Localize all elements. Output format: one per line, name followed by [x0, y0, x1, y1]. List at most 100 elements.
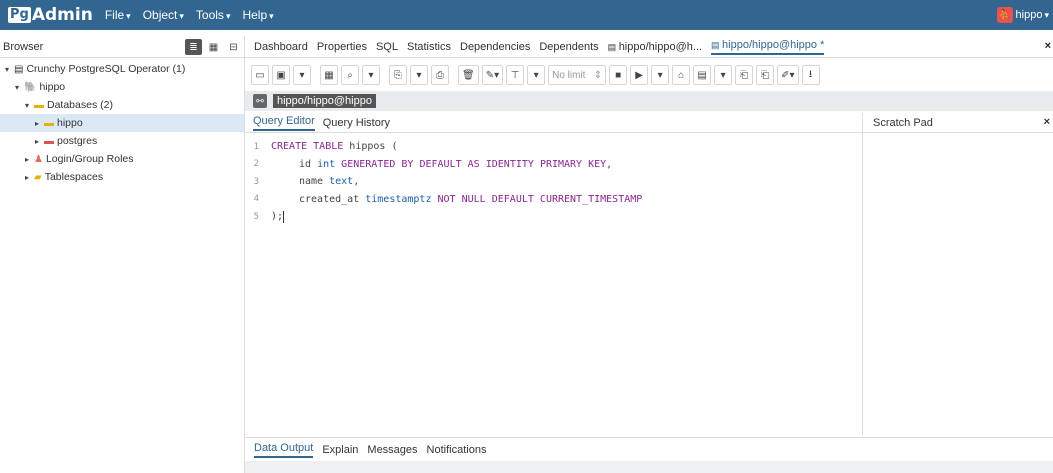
- tab-messages[interactable]: Messages: [367, 444, 417, 456]
- query-tool-icon: ▤: [607, 41, 619, 52]
- connection-icon: ⚯: [253, 94, 267, 108]
- tab-data-output[interactable]: Data Output: [254, 442, 314, 458]
- save-icon[interactable]: ▣: [272, 65, 290, 85]
- tab-query-editor[interactable]: Query Editor: [253, 115, 315, 131]
- results-tabs: Data Output Explain Messages Notificatio…: [245, 437, 1053, 461]
- tab-explain[interactable]: Explain: [322, 444, 358, 456]
- scratch-pad-area[interactable]: [862, 133, 1053, 435]
- chevron-down-icon: ▾: [14, 82, 19, 92]
- close-icon[interactable]: ×: [1045, 40, 1051, 52]
- commit-icon[interactable]: ⎗: [735, 65, 754, 85]
- edit-dropdown-icon[interactable]: ✎▾: [481, 65, 504, 85]
- menu-file[interactable]: File ▾: [105, 8, 131, 22]
- connection-bar[interactable]: ⚯ hippo/hippo@hippo: [245, 91, 1053, 111]
- browser-panel: Browser ≣ ▦ ⊟ ▾ ▤ Crunchy PostgreSQL Opera…: [0, 36, 245, 473]
- chevron-down-icon: ▾: [126, 11, 131, 21]
- filter-rows-icon[interactable]: ⊟: [225, 39, 242, 55]
- code-line: 5);: [253, 210, 285, 223]
- code-line: 2 id int GENERATED BY DEFAULT AS IDENTITY…: [253, 158, 613, 170]
- tree-node-login-roles[interactable]: ▸ ♟ Login/Group Roles: [0, 150, 244, 168]
- results-area: [245, 461, 1053, 473]
- chevron-right-icon: ▸: [34, 118, 39, 128]
- copy-icon[interactable]: ⎘: [389, 65, 407, 85]
- code-line: 4 created_at timestamptz NOT NULL DEFAULT…: [253, 193, 643, 205]
- chevron-down-icon: ▾: [225, 11, 231, 21]
- tab-notifications[interactable]: Notifications: [427, 444, 487, 456]
- view-data-icon[interactable]: ▦: [205, 39, 222, 55]
- scratch-pad-title: Scratch Pad: [873, 116, 933, 129]
- open-file-icon[interactable]: ▭: [251, 65, 269, 85]
- chevron-down-icon[interactable]: ▾: [714, 65, 733, 85]
- databases-icon: ▬: [34, 99, 44, 111]
- sql-editor[interactable]: 1 CREATE TABLE hippos ( 2 id int GENERATED…: [245, 138, 862, 433]
- tab-query-2[interactable]: ▤ hippo/hippo@hippo *: [711, 39, 825, 55]
- tree-node-server-group[interactable]: ▾ ▤ Crunchy PostgreSQL Operator (1): [0, 60, 244, 78]
- tab-dependencies[interactable]: Dependencies: [460, 41, 530, 53]
- tab-query-1[interactable]: ▤ hippo/hippo@h...: [608, 41, 702, 53]
- chevron-down-icon: ▾: [269, 11, 274, 21]
- tab-statistics[interactable]: Statistics: [407, 41, 451, 53]
- close-icon[interactable]: ×: [1044, 116, 1050, 128]
- user-menu[interactable]: ⛹ hippo ▾: [996, 7, 1049, 23]
- clear-icon[interactable]: ✐▾: [777, 65, 799, 85]
- edit-icon[interactable]: ▦: [320, 65, 338, 85]
- tree-node-server[interactable]: ▾ 🐘 hippo: [0, 78, 244, 96]
- logo-pg: Pg: [8, 7, 31, 23]
- stop-icon[interactable]: ■: [609, 65, 628, 85]
- chevron-down-icon: ▾: [1044, 9, 1049, 20]
- tab-dashboard[interactable]: Dashboard: [254, 41, 308, 53]
- menu-object[interactable]: Object ▾: [143, 8, 184, 22]
- explain-icon[interactable]: ⌂: [672, 65, 691, 85]
- tree-node-db-postgres[interactable]: ▸ ▬ postgres: [0, 132, 244, 150]
- tab-dependents[interactable]: Dependents: [539, 41, 598, 53]
- rollback-icon[interactable]: ⎗: [756, 65, 775, 85]
- code-line: 3 name text,: [253, 176, 360, 188]
- menu-tools[interactable]: Tools ▾: [196, 8, 231, 22]
- user-name: hippo: [1015, 9, 1043, 21]
- row-limit-select[interactable]: No limit ⇕: [548, 65, 607, 85]
- query-toolbar: ▭ ▣ ▾ ▦ ⌕ ▾ ⎘ ▾ ⎙ 🗑 ✎▾ ⊤ ▾ No limit ⇕ ■ ▶…: [245, 62, 1053, 88]
- scratch-pad-header: Scratch Pad ×: [862, 113, 1053, 133]
- chevron-right-icon: ▸: [34, 136, 39, 146]
- tree-node-databases[interactable]: ▾ ▬ Databases (2): [0, 96, 244, 114]
- code-line: 1 CREATE TABLE hippos (: [253, 141, 398, 153]
- search-icon[interactable]: ⌕: [341, 65, 359, 85]
- chevron-down-icon[interactable]: ▾: [527, 65, 546, 85]
- server-group-icon: ▤: [14, 63, 24, 75]
- text-cursor: [283, 210, 285, 223]
- top-navbar: Pg Admin File ▾ Object ▾ Tools ▾ Help ▾ ⛹ hi…: [0, 0, 1053, 30]
- download-icon[interactable]: ⭳: [801, 65, 820, 85]
- chevron-down-icon[interactable]: ▾: [293, 65, 311, 85]
- paste-icon[interactable]: ⎙: [431, 65, 449, 85]
- browser-header: Browser ≣ ▦ ⊟: [0, 36, 244, 58]
- chevron-down-icon: ▾: [24, 100, 29, 110]
- chevron-down-icon: ▾: [4, 64, 9, 74]
- menu-help[interactable]: Help ▾: [242, 8, 273, 22]
- connection-label: hippo/hippo@hippo: [273, 94, 376, 108]
- tab-sql[interactable]: SQL: [376, 41, 398, 53]
- tree-node-db-hippo[interactable]: ▸ ▬ hippo: [0, 114, 244, 132]
- pgadmin-logo: Pg Admin: [8, 5, 93, 25]
- database-icon: ▬: [44, 135, 54, 147]
- tab-query-history[interactable]: Query History: [323, 117, 390, 129]
- chevron-down-icon[interactable]: ▾: [410, 65, 428, 85]
- database-icon: ▬: [44, 117, 54, 129]
- logo-admin: Admin: [31, 5, 93, 25]
- tree-node-tablespaces[interactable]: ▸ ▰ Tablespaces: [0, 168, 244, 186]
- object-tree: ▾ ▤ Crunchy PostgreSQL Operator (1) ▾ 🐘 hipp…: [0, 58, 244, 186]
- chevron-right-icon: ▸: [24, 154, 29, 164]
- filter-icon[interactable]: ⊤: [506, 65, 525, 85]
- tab-properties[interactable]: Properties: [317, 41, 367, 53]
- editor-tabs: Query Editor Query History: [245, 113, 862, 133]
- query-tool-icon[interactable]: ≣: [185, 39, 202, 55]
- roles-icon: ♟: [34, 153, 43, 165]
- user-avatar-icon: ⛹: [996, 7, 1013, 23]
- browser-title: Browser: [3, 40, 44, 53]
- chevron-down-icon[interactable]: ▾: [362, 65, 380, 85]
- explain-analyze-icon[interactable]: ▤: [693, 65, 712, 85]
- elephant-icon: 🐘: [24, 81, 37, 93]
- execute-icon[interactable]: ▶: [630, 65, 649, 85]
- chevron-updown-icon: ⇕: [593, 69, 603, 81]
- chevron-down-icon[interactable]: ▾: [651, 65, 670, 85]
- delete-icon[interactable]: 🗑: [458, 65, 479, 85]
